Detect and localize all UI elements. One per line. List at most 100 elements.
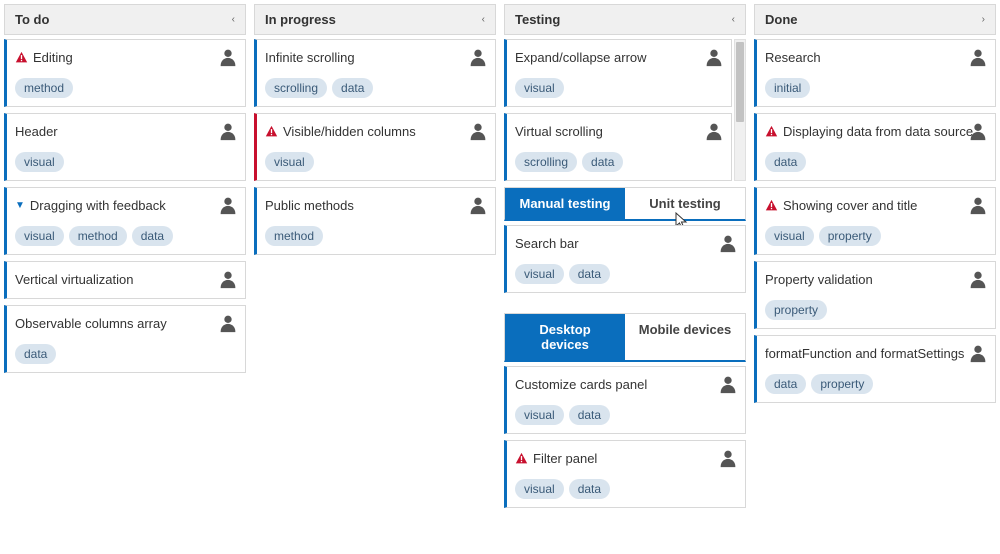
kanban-card[interactable]: Expand/collapse arrow visual [504,39,732,107]
kanban-card[interactable]: Headervisual [4,113,246,181]
kanban-card[interactable]: formatFunction and formatSettings datapro… [754,335,996,403]
column-testing: Testing ‹ Expand/collapse arrow visual Vir… [504,4,746,508]
tag[interactable]: method [265,226,323,246]
avatar-icon[interactable] [967,268,989,290]
card-header: formatFunction and formatSettings [765,342,987,364]
column-header-testing[interactable]: Testing ‹ [504,4,746,35]
tag[interactable]: method [15,78,73,98]
tag[interactable]: initial [765,78,810,98]
collapse-icon[interactable]: ‹ [732,14,735,25]
tag[interactable]: scrolling [265,78,327,98]
avatar-icon[interactable] [717,232,739,254]
kanban-card[interactable]: Visible/hidden columns visual [254,113,496,181]
tag[interactable]: visual [515,264,564,284]
card-list-todo: EditingmethodHeadervisual▼Dragging with … [4,39,246,373]
tag[interactable]: scrolling [515,152,577,172]
card-title: Observable columns array [15,316,167,331]
kanban-card[interactable]: Showing cover and title visualproperty [754,187,996,255]
tab-unit-testing[interactable]: Unit testing [625,188,745,219]
tag[interactable]: property [819,226,881,246]
caret-down-icon[interactable]: ▼ [15,200,25,211]
tag-list: method [15,78,237,98]
avatar-icon[interactable] [467,120,489,142]
card-header: Showing cover and title [765,194,987,216]
tag[interactable]: property [765,300,827,320]
card-title: Expand/collapse arrow [515,50,647,65]
kanban-card[interactable]: Public methods method [254,187,496,255]
tab-mobile-devices[interactable]: Mobile devices [625,314,745,360]
kanban-card[interactable]: ▼Dragging with feedbackvisualmethoddata [4,187,246,255]
column-header-inprogress[interactable]: In progress ‹ [254,4,496,35]
avatar-icon[interactable] [967,46,989,68]
scroll-thumb[interactable] [736,42,744,122]
card-list-done: Research initial Displaying data from data… [754,39,996,403]
avatar-icon[interactable] [717,373,739,395]
tag[interactable]: data [132,226,173,246]
tag[interactable]: data [332,78,373,98]
card-header: Visible/hidden columns [265,120,487,142]
kanban-card[interactable]: Customize cards panel visualdata [504,366,746,434]
scrollbar[interactable] [734,39,746,181]
avatar-icon[interactable] [703,120,725,142]
tag[interactable]: visual [515,405,564,425]
tag[interactable]: data [765,374,806,394]
avatar-icon[interactable] [217,120,239,142]
tab-manual-testing[interactable]: Manual testing [505,188,625,219]
tag-list: scrollingdata [515,152,723,172]
card-header: Research [765,46,987,68]
kanban-card[interactable]: Virtual scrolling scrollingdata [504,113,732,181]
tag[interactable]: data [569,264,610,284]
tag[interactable]: visual [15,152,64,172]
tab-desktop-devices[interactable]: Desktop devices [505,314,625,360]
avatar-icon[interactable] [967,120,989,142]
tag[interactable]: data [569,405,610,425]
avatar-icon[interactable] [703,46,725,68]
avatar-icon[interactable] [217,312,239,334]
kanban-card[interactable]: Vertical virtualization [4,261,246,299]
card-header: Displaying data from data source [765,120,987,142]
kanban-card[interactable]: Editingmethod [4,39,246,107]
card-title: Public methods [265,198,354,213]
kanban-card[interactable]: Filter panelvisualdata [504,440,746,508]
avatar-icon[interactable] [217,194,239,216]
collapse-icon[interactable]: ‹ [482,14,485,25]
tag-list: property [765,300,987,320]
tag-list: visual [515,78,723,98]
card-title: Showing cover and title [783,198,917,213]
avatar-icon[interactable] [217,268,239,290]
kanban-card[interactable]: Observable columns array data [4,305,246,373]
tag[interactable]: data [765,152,806,172]
card-title: Vertical virtualization [15,272,134,287]
testing-scroll-region: Expand/collapse arrow visual Virtual scrol… [504,39,746,181]
tag[interactable]: data [569,479,610,499]
tag[interactable]: data [582,152,623,172]
tag[interactable]: method [69,226,127,246]
tag[interactable]: visual [265,152,314,172]
avatar-icon[interactable] [967,342,989,364]
avatar-icon[interactable] [467,46,489,68]
tag[interactable]: visual [515,479,564,499]
tag-list: data [765,152,987,172]
expand-icon[interactable]: › [982,14,985,25]
avatar-icon[interactable] [467,194,489,216]
avatar-icon[interactable] [717,447,739,469]
column-header-done[interactable]: Done › [754,4,996,35]
tag[interactable]: visual [515,78,564,98]
tag-list: visualdata [515,405,737,425]
collapse-icon[interactable]: ‹ [232,14,235,25]
kanban-card[interactable]: Search barvisualdata [504,225,746,293]
card-title: Customize cards panel [515,377,647,392]
card-header: Vertical virtualization [15,268,237,290]
tag[interactable]: visual [765,226,814,246]
card-title: Virtual scrolling [515,124,603,139]
kanban-card[interactable]: Research initial [754,39,996,107]
avatar-icon[interactable] [217,46,239,68]
column-header-todo[interactable]: To do ‹ [4,4,246,35]
kanban-card[interactable]: Property validationproperty [754,261,996,329]
tag[interactable]: property [811,374,873,394]
tag[interactable]: data [15,344,56,364]
kanban-card[interactable]: Infinite scrollingscrollingdata [254,39,496,107]
kanban-card[interactable]: Displaying data from data source data [754,113,996,181]
tag[interactable]: visual [15,226,64,246]
avatar-icon[interactable] [967,194,989,216]
